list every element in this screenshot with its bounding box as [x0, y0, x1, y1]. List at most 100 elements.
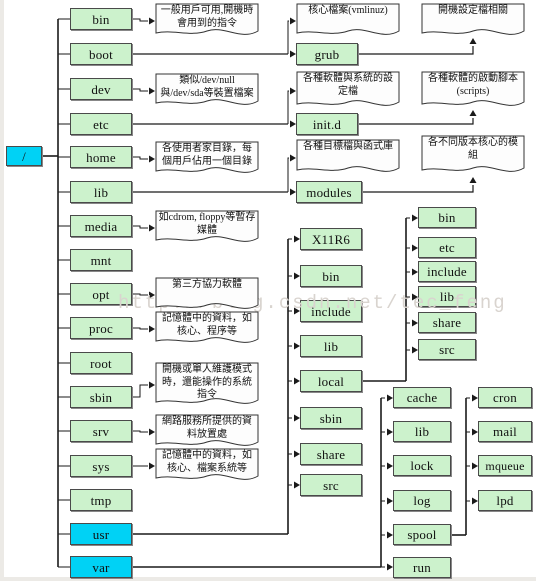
note-lib-obj: 各種目標檔與函式庫 — [296, 139, 400, 177]
node-root-label: / — [22, 148, 26, 164]
node-tmp-label: tmp — [90, 492, 112, 508]
node-var-cache-label: cache — [406, 390, 438, 405]
node-var-lib[interactable]: lib — [393, 421, 451, 442]
node-lib[interactable]: lib — [70, 181, 132, 203]
node-local-include-label: include — [427, 264, 467, 279]
node-sys-label: sys — [92, 458, 110, 474]
node-var-lock[interactable]: lock — [393, 455, 451, 476]
node-etc[interactable]: etc — [70, 113, 132, 135]
node-modules[interactable]: modules — [296, 181, 362, 203]
node-local-bin[interactable]: bin — [418, 207, 476, 228]
node-home-label: home — [86, 149, 116, 165]
node-dev[interactable]: dev — [70, 78, 132, 100]
note-proc-text: 記憶體中的資料，如核心、程序等 — [162, 313, 252, 337]
node-var-lock-label: lock — [410, 458, 434, 473]
node-usr-lib-label: lib — [323, 338, 339, 354]
node-spool-lpd-label: lpd — [496, 493, 514, 508]
node-proc-label: proc — [89, 320, 113, 336]
node-usr-src[interactable]: src — [300, 474, 362, 496]
node-usr-local[interactable]: local — [300, 370, 362, 392]
note-media: 如cdrom, floppy等暫存媒體 — [155, 210, 259, 247]
node-var-label: var — [92, 559, 110, 575]
note-initd-scripts: 各種軟體的啟動腳本(scripts) — [421, 71, 525, 111]
node-usr-bin-label: bin — [322, 268, 340, 284]
note-home: 各使用者家目錄，每個用戶佔用一個目錄 — [155, 141, 259, 178]
node-var-spool[interactable]: spool — [393, 524, 451, 545]
node-usr-x11r6-label: X11R6 — [311, 231, 351, 247]
node-var-log-label: log — [413, 493, 431, 508]
node-initd-label: init.d — [312, 116, 342, 132]
node-grub[interactable]: grub — [296, 43, 358, 65]
note-bin: 一般用戶可用,開機時會用到的指令 — [155, 3, 259, 40]
node-proc[interactable]: proc — [70, 317, 132, 339]
node-var-run[interactable]: run — [393, 557, 451, 578]
node-var-spool-label: spool — [407, 527, 437, 542]
node-boot-label: boot — [89, 46, 113, 62]
node-usr-sbin-label: sbin — [319, 410, 343, 426]
node-spool-mqueue[interactable]: mqueue — [478, 455, 532, 476]
note-modules-kernel-text: 各不同版本核心的模組 — [428, 137, 518, 161]
node-var-run-label: run — [413, 560, 431, 575]
note-srv-text: 網路服務所提供的資料放置處 — [162, 416, 252, 440]
note-sys-text: 記憶體中的資料，如核心、檔案系統等 — [162, 450, 252, 474]
node-spool-mail[interactable]: mail — [478, 421, 532, 442]
node-usr-bin[interactable]: bin — [300, 265, 362, 287]
node-spool-cron[interactable]: cron — [478, 387, 532, 408]
note-dev: 類似/dev/null與/dev/sda等裝置檔案 — [155, 73, 259, 110]
node-local-bin-label: bin — [438, 210, 456, 225]
node-dev-label: dev — [91, 81, 111, 97]
filesystem-tree-diagram: / bin boot dev etc home lib media mnt op… — [0, 0, 536, 581]
node-usr-local-label: local — [317, 373, 345, 389]
note-opt: 第三方協力軟體 — [155, 277, 259, 314]
node-sys[interactable]: sys — [70, 455, 132, 477]
node-var[interactable]: var — [70, 556, 132, 578]
node-bin[interactable]: bin — [70, 8, 132, 30]
node-var-cache[interactable]: cache — [393, 387, 451, 408]
note-lib-obj-text: 各種目標檔與函式庫 — [303, 141, 393, 152]
node-root-dir[interactable]: root — [70, 352, 132, 374]
node-usr-share[interactable]: share — [300, 443, 362, 465]
node-usr-lib[interactable]: lib — [300, 335, 362, 357]
note-sbin: 開機或單人維護模式時，還能操作的系統指令 — [155, 362, 259, 409]
node-usr-x11r6[interactable]: X11R6 — [300, 228, 362, 250]
note-opt-text: 第三方協力軟體 — [172, 279, 242, 290]
node-modules-label: modules — [306, 184, 352, 200]
node-lib-label: lib — [93, 184, 109, 200]
node-usr[interactable]: usr — [70, 523, 132, 545]
node-srv-label: srv — [92, 423, 110, 439]
node-root[interactable]: / — [6, 146, 42, 166]
node-tmp[interactable]: tmp — [70, 489, 132, 511]
node-local-etc[interactable]: etc — [418, 237, 476, 258]
note-home-text: 各使用者家目錄，每個用戶佔用一個目錄 — [162, 143, 252, 167]
note-srv: 網路服務所提供的資料放置處 — [155, 414, 259, 451]
node-media-label: media — [84, 218, 118, 234]
node-sbin[interactable]: sbin — [70, 386, 132, 408]
node-mnt-label: mnt — [90, 252, 112, 268]
node-media[interactable]: media — [70, 215, 132, 237]
node-local-share[interactable]: share — [418, 312, 476, 333]
note-modules-kernel: 各不同版本核心的模組 — [421, 135, 525, 177]
node-local-share-label: share — [432, 315, 462, 330]
note-grub-cfg-text: 開機設定檔相關 — [438, 5, 508, 16]
node-spool-lpd[interactable]: lpd — [478, 490, 532, 511]
node-srv[interactable]: srv — [70, 420, 132, 442]
node-local-include[interactable]: include — [418, 261, 476, 282]
node-var-log[interactable]: log — [393, 490, 451, 511]
note-boot-kernel-text: 核心檔案(vmlinuz) — [308, 5, 388, 16]
node-local-src[interactable]: src — [418, 339, 476, 360]
node-spool-mail-label: mail — [493, 424, 517, 439]
node-var-lib-label: lib — [414, 424, 430, 439]
node-spool-cron-label: cron — [493, 390, 517, 405]
node-mnt[interactable]: mnt — [70, 249, 132, 271]
node-usr-label: usr — [92, 526, 110, 542]
node-etc-label: etc — [93, 116, 109, 132]
node-bin-label: bin — [92, 11, 110, 27]
node-initd[interactable]: init.d — [296, 113, 358, 135]
node-home[interactable]: home — [70, 146, 132, 168]
node-opt-label: opt — [92, 286, 110, 302]
node-boot[interactable]: boot — [70, 43, 132, 65]
note-sbin-text: 開機或單人維護模式時，還能操作的系統指令 — [162, 364, 252, 400]
node-usr-sbin[interactable]: sbin — [300, 407, 362, 429]
note-sys: 記憶體中的資料，如核心、檔案系統等 — [155, 448, 259, 485]
node-usr-src-label: src — [323, 477, 339, 493]
